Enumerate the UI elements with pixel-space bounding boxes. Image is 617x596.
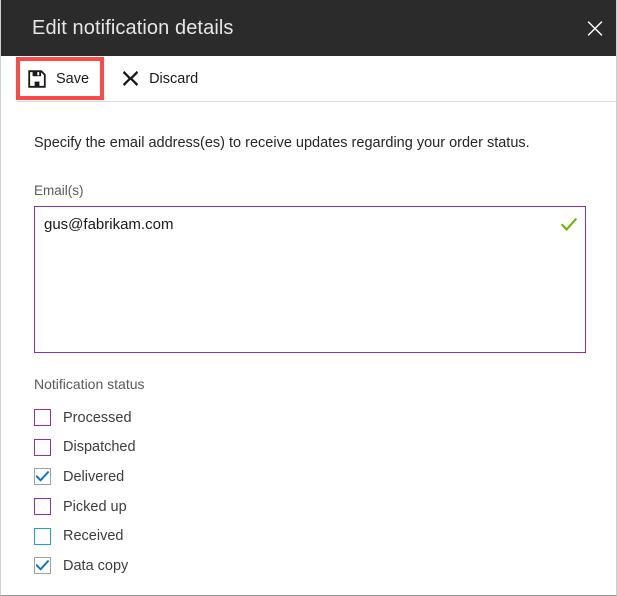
save-button[interactable]: Save [28,56,89,101]
checkbox-delivered[interactable] [34,468,51,485]
cross-icon [121,70,139,88]
checkbox-label-received: Received [63,528,123,544]
checkbox-processed[interactable] [34,409,51,426]
email-field-label: Email(s) [34,183,84,198]
checkbox-label-picked-up: Picked up [63,499,127,515]
checkbox-row-processed[interactable]: Processed [34,403,434,433]
notification-status-label: Notification status [34,376,145,392]
panel-titlebar: Edit notification details [1,0,617,56]
checkbox-picked-up[interactable] [34,498,51,515]
save-button-label: Save [56,71,89,87]
checkbox-label-dispatched: Dispatched [63,439,136,455]
discard-button-label: Discard [149,71,198,87]
edit-notification-details-panel: Edit notification details Save [0,0,617,596]
notification-status-checklist: Processed Dispatched Delivered Picked up [34,403,434,581]
command-bar-divider [17,101,617,102]
checkbox-label-data-copy: Data copy [63,558,128,574]
email-input[interactable]: gus@fabrikam.com [34,206,586,353]
close-button[interactable] [572,0,617,56]
checkbox-row-picked-up[interactable]: Picked up [34,492,434,522]
email-input-value: gus@fabrikam.com [44,216,173,233]
checkbox-dispatched[interactable] [34,439,51,456]
checkbox-label-delivered: Delivered [63,469,124,485]
close-icon [587,20,603,36]
checkbox-received[interactable] [34,528,51,545]
checkbox-label-processed: Processed [63,410,132,426]
page-title: Edit notification details [32,17,234,40]
save-floppy-icon [28,70,46,88]
checkbox-row-delivered[interactable]: Delivered [34,462,434,492]
checkbox-row-received[interactable]: Received [34,521,434,551]
command-bar: Save Discard [1,56,617,101]
check-mark-icon [561,217,577,233]
instruction-text: Specify the email address(es) to receive… [34,135,530,151]
checkbox-row-data-copy[interactable]: Data copy [34,551,434,581]
checkbox-data-copy[interactable] [34,557,51,574]
discard-button[interactable]: Discard [121,56,198,101]
checkbox-row-dispatched[interactable]: Dispatched [34,433,434,463]
